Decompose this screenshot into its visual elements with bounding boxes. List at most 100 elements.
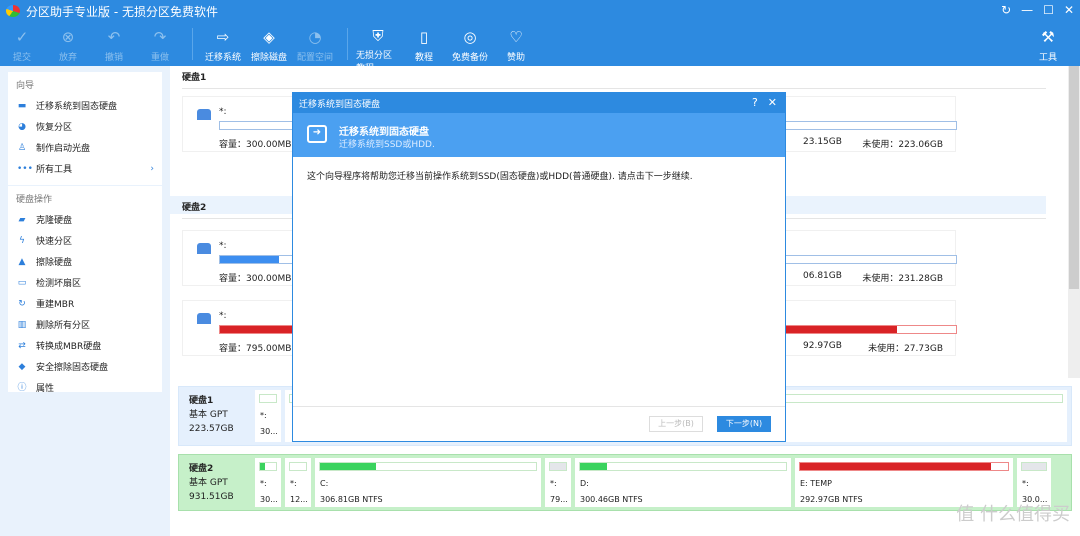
sidebar-icon: ◕ — [18, 121, 26, 132]
toolbar-button-10[interactable]: ♡ 赞助 — [494, 22, 538, 66]
prev-button[interactable]: 上一步(B) — [649, 416, 703, 432]
disk1-header: 硬盘1 — [182, 73, 207, 83]
sidebar-item[interactable]: ▥ 删除所有分区 — [8, 314, 162, 335]
watermark: 值 什么值得买 — [956, 504, 1070, 525]
window-title: 分区助手专业版 - 无损分区免费软件 — [26, 4, 218, 19]
scrollbar-thumb[interactable] — [1069, 66, 1079, 289]
sidebar-item-label: 删除所有分区 — [36, 321, 91, 331]
toolbar-label: 配置空间 — [296, 53, 333, 63]
sidebar-item[interactable]: ▭ 检测坏扇区 — [8, 272, 162, 293]
partition-block[interactable]: C: 306.81GB NTFS — [315, 458, 541, 507]
minimize-button[interactable]: — — [1021, 3, 1033, 17]
partition-block[interactable]: *: 12... — [285, 458, 311, 507]
toolbar-button-3[interactable]: ↷ 重做 — [138, 22, 182, 66]
sidebar-icon: ⓘ — [17, 382, 27, 393]
toolbar-button-1[interactable]: ⊗ 放弃 — [46, 22, 90, 66]
toolbar-button-5[interactable]: ◈ 擦除磁盘 — [247, 22, 291, 66]
maximize-button[interactable]: ☐ — [1043, 3, 1054, 17]
disk-name: 硬盘2 — [189, 464, 214, 474]
toolbar-button-2[interactable]: ↶ 撤销 — [92, 22, 136, 66]
sidebar-item[interactable]: ▲ 擦除硬盘 — [8, 251, 162, 272]
sidebar-icon: ♙ — [17, 142, 27, 153]
migrate-disk-icon: ➜ — [307, 125, 327, 143]
usage-fill — [260, 463, 265, 470]
toolbar-label: 迁移系统 — [204, 53, 241, 63]
sidebar-item-label: 擦除硬盘 — [36, 258, 73, 268]
sidebar-item[interactable]: ▬ 迁移系统到固态硬盘 — [8, 95, 162, 116]
sidebar-section-title: 向导 — [16, 81, 35, 91]
chevron-right-icon: › — [150, 163, 154, 174]
partition-label: *: — [260, 479, 267, 488]
sidebar-item-label: 快速分区 — [36, 237, 73, 247]
sidebar-item-label: 所有工具 — [36, 165, 73, 175]
dialog-close-button[interactable]: ✕ — [768, 96, 777, 109]
sidebar-icon: ⇄ — [18, 340, 26, 351]
toolbar-label: 工具 — [1038, 53, 1057, 63]
next-button[interactable]: 下一步(N) — [717, 416, 771, 432]
toolbar-button-4[interactable]: ⇨ 迁移系统 — [201, 22, 245, 66]
sidebar-item[interactable]: ϟ 快速分区 — [8, 230, 162, 251]
sidebar-item[interactable]: ♙ 制作启动光盘 — [8, 137, 162, 158]
close-button[interactable]: ✕ — [1064, 3, 1074, 17]
toolbar-button-0[interactable]: ✓ 提交 — [0, 22, 44, 66]
sidebar-wizard: 向导 ▬ 迁移系统到固态硬盘 ◕ 恢复分区 ♙ 制作启动光盘 ••• 所有工具 › — [8, 72, 162, 185]
used: 23.15GB — [803, 137, 842, 147]
sidebar-item[interactable]: ⇄ 转换成MBR硬盘 — [8, 335, 162, 356]
toolbar-label: 赞助 — [506, 53, 525, 63]
sidebar-item[interactable]: ↻ 重建MBR — [8, 293, 162, 314]
disk-type: 基本 GPT — [189, 478, 228, 488]
sidebar-section-title: 硬盘操作 — [16, 195, 53, 205]
toolbar-label: 放弃 — [58, 53, 77, 63]
disk-map-row-disk2[interactable]: 硬盘2 基本 GPT 931.51GB *: 30... *: 12... C: 306.81… — [178, 454, 1072, 511]
usage-fill — [550, 463, 566, 470]
disk-icon — [197, 313, 211, 324]
toolbar-label: 免费备份 — [451, 53, 488, 63]
sidebar-item[interactable]: ••• 所有工具 › — [8, 158, 162, 179]
sidebar-item[interactable]: ⓘ 属性 — [8, 377, 162, 398]
partition-label: D: — [580, 479, 589, 488]
toolbar-button-7[interactable]: ⛨无损分区教程 — [356, 22, 400, 74]
partition-block[interactable]: *: 30... — [255, 390, 281, 442]
partition-block[interactable]: *: 79... — [545, 458, 571, 507]
toolbar-label: 提交 — [12, 53, 31, 63]
app-logo-icon — [6, 5, 20, 17]
tools-button[interactable]: ⚒ 工具 — [1026, 22, 1070, 66]
usage-fill — [220, 256, 279, 263]
help-icon[interactable]: ? — [752, 96, 758, 109]
usage-fill — [580, 463, 607, 470]
dialog-body: 这个向导程序将帮助您迁移当前操作系统到SSD(固态硬盘)或HDD(普通硬盘). … — [307, 172, 693, 182]
refresh-button[interactable]: ↻ — [1001, 3, 1011, 17]
disk-size: 931.51GB — [189, 492, 234, 502]
dialog-heading: 迁移系统到固态硬盘 — [339, 127, 429, 138]
toolbar-button-8[interactable]: ▯ 教程 — [402, 22, 446, 66]
toolbar-icon: ◎ — [463, 28, 477, 46]
toolbar-button-6[interactable]: ◔ 配置空间 — [293, 22, 337, 66]
sidebar-icon: ▰ — [18, 214, 26, 225]
sidebar-item[interactable]: ◕ 恢复分区 — [8, 116, 162, 137]
toolbar-label: 教程 — [414, 53, 433, 63]
partition-block[interactable]: *: 30... — [255, 458, 281, 507]
toolbar-button-9[interactable]: ◎ 免费备份 — [448, 22, 492, 66]
sidebar-item-label: 检测坏扇区 — [36, 279, 82, 289]
disk-name: 硬盘1 — [189, 396, 214, 406]
sidebar-item-label: 恢复分区 — [36, 123, 73, 133]
sidebar-item[interactable]: ▰ 克隆硬盘 — [8, 209, 162, 230]
partition-label: C: — [320, 479, 329, 488]
partition-block[interactable]: D: 300.46GB NTFS — [575, 458, 791, 507]
partition-size: 30... — [260, 495, 278, 504]
sidebar-item-label: 克隆硬盘 — [36, 216, 73, 226]
toolbar-icon: ⊗ — [61, 28, 75, 46]
toolbar-icon: ✓ — [15, 28, 29, 46]
dialog-subheading: 迁移系统到SSD或HDD. — [339, 140, 435, 150]
sidebar-item-label: 转换成MBR硬盘 — [36, 342, 102, 352]
partition-size: 79... — [550, 495, 568, 504]
scrollbar[interactable] — [1068, 66, 1080, 378]
sidebar-icon: ▥ — [17, 319, 27, 330]
partition-size: 300.46GB NTFS — [580, 495, 643, 504]
toolbar-label: 擦除磁盘 — [250, 53, 287, 63]
sidebar-icon: ▬ — [17, 100, 27, 111]
sidebar-icon: ▲ — [18, 256, 26, 267]
sidebar-item-label: 迁移系统到固态硬盘 — [36, 102, 118, 112]
partition-label: *: — [290, 479, 297, 488]
sidebar-item[interactable]: ◆ 安全擦除固态硬盘 — [8, 356, 162, 377]
